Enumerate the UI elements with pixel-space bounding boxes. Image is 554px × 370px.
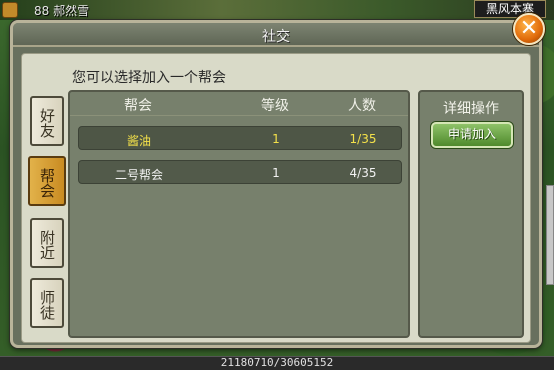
dialog-title-bar: 社交: [13, 23, 539, 47]
experience-counter: 21180710/30605152: [220, 356, 334, 369]
tab-nearby[interactable]: 附近: [30, 218, 64, 268]
apply-join-button[interactable]: 申请加入: [431, 122, 513, 148]
operations-title: 详细操作: [443, 101, 499, 117]
guild-prompt: 您可以选择加入一个帮会: [72, 70, 226, 86]
guild-name: 酱油: [126, 134, 151, 148]
header-level: 等级: [261, 98, 289, 114]
tab-friends[interactable]: 好友: [30, 96, 64, 146]
tab-mentor[interactable]: 师徒: [30, 278, 64, 328]
guild-list-header: 帮会 等级 人数: [70, 92, 408, 116]
guild-level: 1: [272, 166, 280, 180]
header-guild-name: 帮会: [124, 98, 152, 114]
dialog-body: 您可以选择加入一个帮会 好友 帮会 附近 师徒 帮会 等级 人数 酱油 1 1/…: [21, 53, 531, 343]
dialog-title: 社交: [262, 29, 290, 45]
guild-member-count: 4/35: [349, 166, 377, 180]
side-scrollbar[interactable]: [546, 185, 554, 285]
guild-row[interactable]: 二号帮会 1 4/35: [78, 160, 402, 184]
player-name: 88 郝然雪: [34, 4, 90, 18]
close-button[interactable]: ✕: [513, 13, 545, 45]
header-member-count: 人数: [348, 98, 376, 114]
guild-level: 1: [272, 132, 280, 146]
game-menu-icon[interactable]: [2, 2, 18, 18]
guild-member-count: 1/35: [349, 132, 377, 146]
guild-name: 二号帮会: [114, 168, 163, 182]
experience-bar: 21180710/30605152: [0, 356, 554, 370]
guild-row[interactable]: 酱油 1 1/35: [78, 126, 402, 150]
close-icon: ✕: [519, 16, 539, 41]
operations-panel: 详细操作 申请加入: [418, 90, 524, 338]
social-dialog: 社交 ✕ 您可以选择加入一个帮会 好友 帮会 附近 师徒 帮会 等级 人数 酱油…: [10, 13, 545, 348]
tab-guild[interactable]: 帮会: [28, 156, 66, 206]
guild-list-panel: 帮会 等级 人数 酱油 1 1/35 二号帮会 1 4/35: [68, 90, 410, 338]
top-status-bar: 88 郝然雪 黑风本寨: [0, 0, 554, 20]
